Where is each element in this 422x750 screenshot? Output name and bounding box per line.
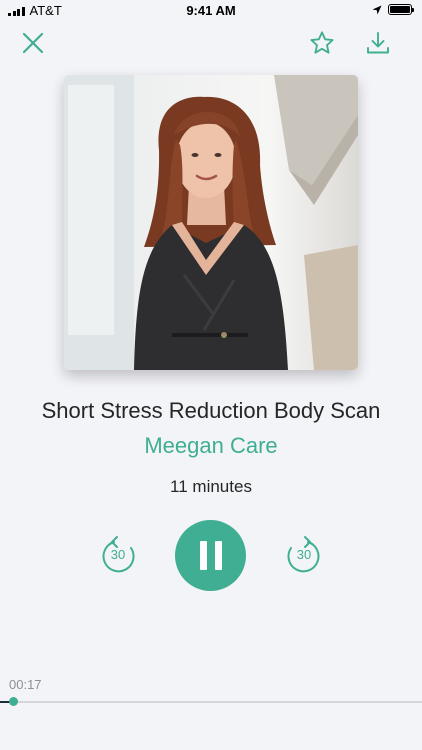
skip-forward-button[interactable]: 30	[283, 534, 325, 578]
presenter-portrait	[64, 75, 358, 370]
track-title: Short Stress Reduction Body Scan	[41, 398, 381, 423]
player-screen: AT&T 9:41 AM Short Stress Reduction Body…	[0, 0, 422, 750]
star-outline-icon	[310, 31, 334, 54]
artist-name[interactable]: Meegan Care	[0, 433, 422, 459]
battery-icon	[388, 4, 414, 15]
skip-forward-label: 30	[296, 547, 312, 562]
status-right	[372, 4, 414, 15]
pause-button[interactable]	[175, 520, 246, 591]
progress-knob[interactable]	[9, 697, 18, 706]
favorite-button[interactable]	[306, 27, 338, 59]
progress-track[interactable]	[0, 701, 422, 703]
skip-back-label: 30	[110, 547, 126, 562]
elapsed-time: 00:17	[9, 677, 42, 692]
download-icon	[367, 32, 389, 54]
skip-back-button[interactable]: 30	[97, 534, 139, 578]
download-button[interactable]	[362, 27, 394, 59]
album-artwork	[64, 75, 358, 370]
pause-icon	[199, 541, 207, 570]
track-duration: 11 minutes	[170, 477, 252, 496]
close-icon	[22, 32, 44, 54]
status-bar: AT&T 9:41 AM	[0, 0, 422, 22]
status-time: 9:41 AM	[186, 3, 236, 18]
location-arrow-icon	[372, 5, 382, 14]
close-button[interactable]	[18, 28, 48, 58]
